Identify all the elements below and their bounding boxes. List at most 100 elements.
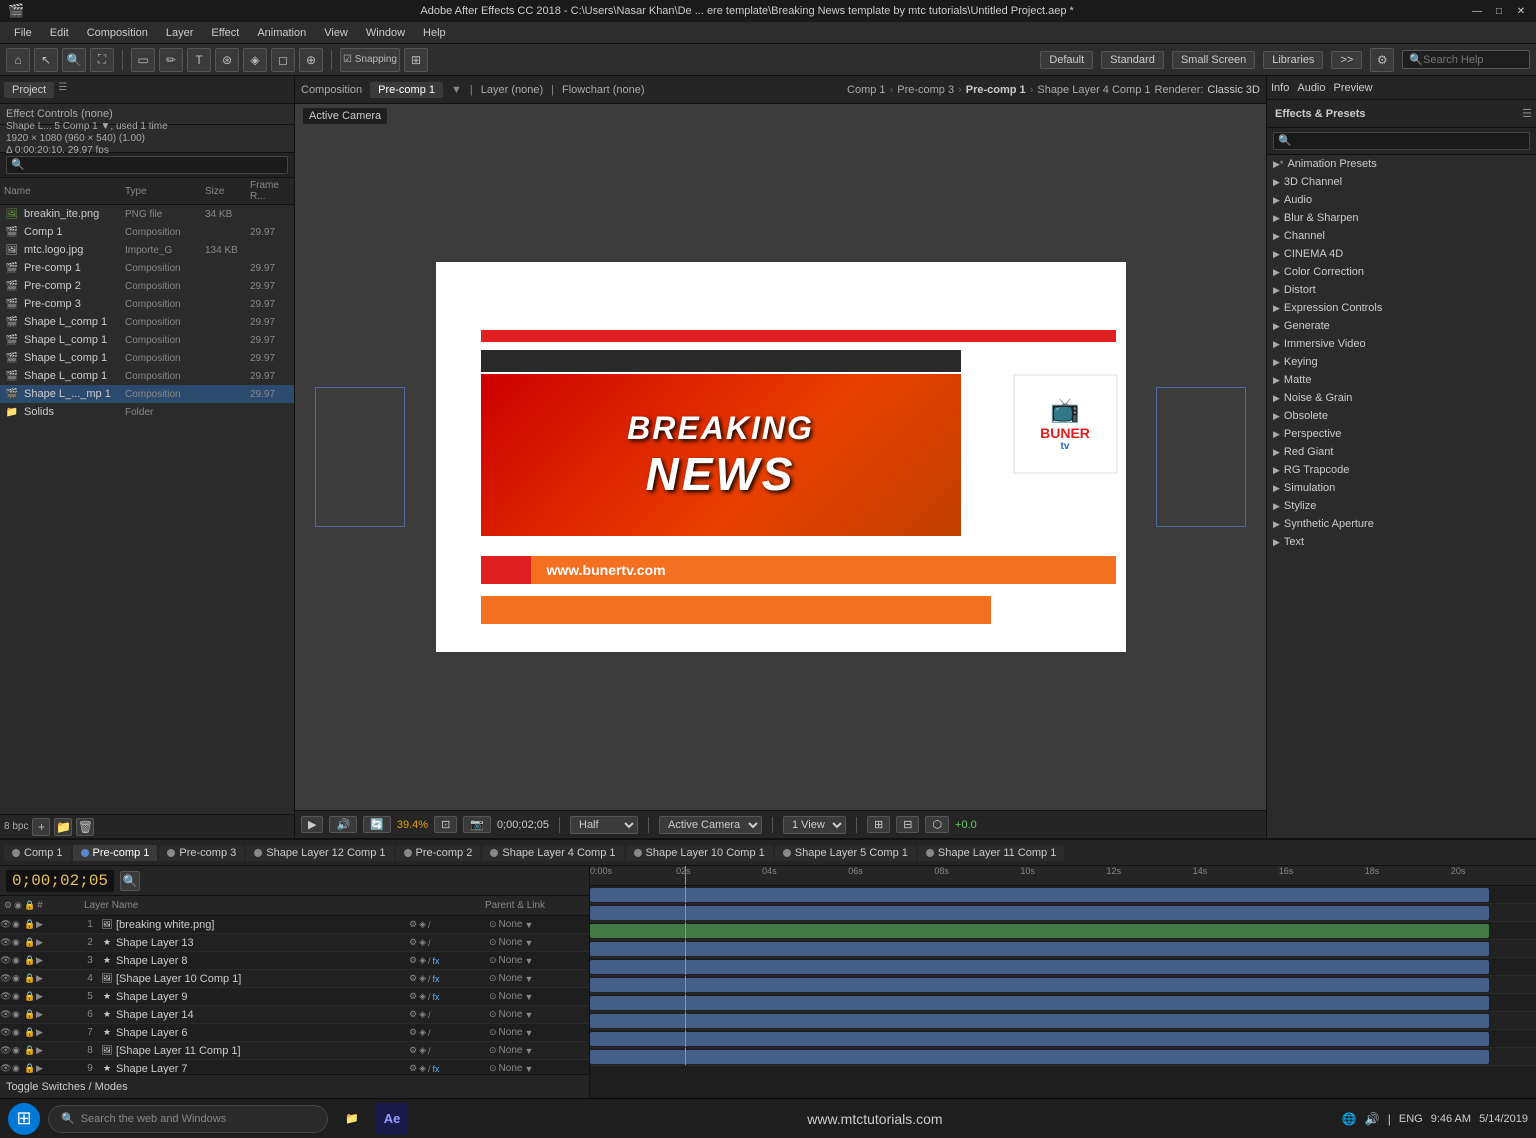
comp-tab-precomp1[interactable]: Pre-comp 1: [370, 82, 443, 98]
project-item-7[interactable]: 🎬Shape L_comp 1Composition29.97: [0, 331, 294, 349]
eye-icon-7[interactable]: 👁: [0, 1045, 12, 1056]
vt-grid-btn[interactable]: ⊞: [867, 816, 890, 833]
project-item-9[interactable]: 🎬Shape L_comp 1Composition29.97: [0, 367, 294, 385]
toolbar-eraser-btn[interactable]: ◻: [271, 48, 295, 72]
track-bar-6[interactable]: [590, 978, 1489, 992]
eye-icon-6[interactable]: 👁: [0, 1027, 12, 1038]
project-item-10[interactable]: 🎬Shape L_..._mp 1Composition29.97: [0, 385, 294, 403]
project-search-input[interactable]: [6, 156, 288, 174]
project-item-8[interactable]: 🎬Shape L_comp 1Composition29.97: [0, 349, 294, 367]
menu-item-view[interactable]: View: [316, 25, 356, 41]
effect-cat-9[interactable]: ▶Generate: [1267, 317, 1536, 335]
effect-cat-20[interactable]: ▶Synthetic Aperture: [1267, 515, 1536, 533]
effect-cat-18[interactable]: ▶Simulation: [1267, 479, 1536, 497]
track-bar-1[interactable]: [590, 888, 1489, 902]
maximize-button[interactable]: □: [1492, 4, 1506, 18]
tl-tab-8[interactable]: Shape Layer 11 Comp 1: [918, 845, 1064, 861]
track-bar-10[interactable]: [590, 1050, 1489, 1064]
project-item-5[interactable]: 🎬Pre-comp 3Composition29.97: [0, 295, 294, 313]
vt-play-btn[interactable]: ▶: [301, 816, 323, 833]
effect-cat-6[interactable]: ▶Color Correction: [1267, 263, 1536, 281]
bc-precomp3[interactable]: Pre-comp 3: [897, 84, 954, 96]
workspace-small-screen[interactable]: Small Screen: [1172, 51, 1255, 69]
tl-tab-3[interactable]: Shape Layer 12 Comp 1: [246, 845, 393, 861]
toolbar-text-btn[interactable]: T: [187, 48, 211, 72]
search-box[interactable]: 🔍: [1402, 50, 1530, 69]
project-item-3[interactable]: 🎬Pre-comp 1Composition29.97: [0, 259, 294, 277]
menu-item-edit[interactable]: Edit: [42, 25, 77, 41]
layer-row-3[interactable]: 👁◉🔒▶3★Shape Layer 8⚙◈/fx⊙None▼: [0, 952, 589, 970]
track-bar-3[interactable]: [590, 924, 1489, 938]
track-bar-2[interactable]: [590, 906, 1489, 920]
track-bar-7[interactable]: [590, 996, 1489, 1010]
tl-tab-4[interactable]: Pre-comp 2: [396, 845, 481, 861]
eye-icon-3[interactable]: 👁: [0, 973, 12, 984]
vt-view-select[interactable]: 1 View: [783, 816, 846, 834]
effect-cat-1[interactable]: ▶3D Channel: [1267, 173, 1536, 191]
effect-cat-11[interactable]: ▶Keying: [1267, 353, 1536, 371]
start-button[interactable]: ⊞: [8, 1103, 40, 1135]
eye-icon-2[interactable]: 👁: [0, 955, 12, 966]
project-item-2[interactable]: 🖼mtc.logo.jpgImporte_G134 KB: [0, 241, 294, 259]
effect-cat-7[interactable]: ▶Distort: [1267, 281, 1536, 299]
effect-cat-19[interactable]: ▶Stylize: [1267, 497, 1536, 515]
track-bar-4[interactable]: [590, 942, 1489, 956]
workspace-more[interactable]: >>: [1331, 51, 1362, 69]
vt-safe-zones-btn[interactable]: ⊟: [896, 816, 919, 833]
eye-icon-8[interactable]: 👁: [0, 1063, 12, 1074]
preview-tab[interactable]: Preview: [1334, 82, 1373, 94]
effects-menu-btn[interactable]: ☰: [1522, 107, 1532, 120]
layer-row-9[interactable]: 👁◉🔒▶9★Shape Layer 7⚙◈/fx⊙None▼: [0, 1060, 589, 1074]
effect-cat-16[interactable]: ▶Red Giant: [1267, 443, 1536, 461]
taskbar-file-icon[interactable]: 📁: [336, 1103, 368, 1135]
volume-icon[interactable]: 🔊: [1365, 1112, 1380, 1126]
layer-row-8[interactable]: 👁◉🔒▶8🖼[Shape Layer 11 Comp 1]⚙◈/⊙None▼: [0, 1042, 589, 1060]
bc-shapelayer4[interactable]: Shape Layer 4 Comp 1: [1037, 84, 1150, 96]
menu-item-help[interactable]: Help: [415, 25, 454, 41]
toggle-label[interactable]: Toggle Switches / Modes: [0, 1074, 589, 1098]
vt-loop-btn[interactable]: 🔄: [363, 816, 391, 833]
minimize-button[interactable]: —: [1470, 4, 1484, 18]
project-tab[interactable]: Project: [4, 82, 54, 98]
layer-row-4[interactable]: 👁◉🔒▶4🖼[Shape Layer 10 Comp 1]⚙◈/fx⊙None▼: [0, 970, 589, 988]
toolbar-pen-btn[interactable]: ✏: [159, 48, 183, 72]
close-button[interactable]: ✕: [1514, 4, 1528, 18]
audio-tab[interactable]: Audio: [1297, 82, 1325, 94]
eye-icon-5[interactable]: 👁: [0, 1009, 12, 1020]
workspace-standard[interactable]: Standard: [1101, 51, 1164, 69]
project-item-0[interactable]: 🖼breakin_ite.pngPNG file34 KB: [0, 205, 294, 223]
project-item-1[interactable]: 🎬Comp 1Composition29.97: [0, 223, 294, 241]
toolbar-select-btn[interactable]: ↖: [34, 48, 58, 72]
playhead[interactable]: [685, 866, 686, 885]
info-tab[interactable]: Info: [1271, 82, 1289, 94]
effect-cat-3[interactable]: ▶Blur & Sharpen: [1267, 209, 1536, 227]
layer-row-1[interactable]: 👁◉🔒▶1🖼[breaking white.png]⚙◈/⊙None▼: [0, 916, 589, 934]
project-item-6[interactable]: 🎬Shape L_comp 1Composition29.97: [0, 313, 294, 331]
tl-tab-1[interactable]: Pre-comp 1: [73, 845, 158, 861]
tl-tab-6[interactable]: Shape Layer 10 Comp 1: [626, 845, 773, 861]
tl-tab-0[interactable]: Comp 1: [4, 845, 71, 861]
effect-cat-0[interactable]: ▶*Animation Presets: [1267, 155, 1536, 173]
toolbar-puppet-btn[interactable]: ⊕: [299, 48, 323, 72]
workspace-default[interactable]: Default: [1040, 51, 1093, 69]
toolbar-home-btn[interactable]: ⌂: [6, 48, 30, 72]
network-icon[interactable]: 🌐: [1342, 1112, 1357, 1126]
toolbar-camera-btn[interactable]: ⛶: [90, 48, 114, 72]
tl-tab-2[interactable]: Pre-comp 3: [159, 845, 244, 861]
new-item-btn[interactable]: +: [32, 818, 50, 836]
toolbar-zoom-btn[interactable]: 🔍: [62, 48, 86, 72]
vt-audio-btn[interactable]: 🔊: [329, 816, 357, 833]
toolbar-snapping-btn[interactable]: ☑ Snapping: [340, 48, 400, 72]
toolbar-shape-rect[interactable]: ▭: [131, 48, 155, 72]
layer-row-7[interactable]: 👁◉🔒▶7★Shape Layer 6⚙◈/⊙None▼: [0, 1024, 589, 1042]
vt-masks-btn[interactable]: ⬡: [925, 816, 949, 833]
tl-tab-7[interactable]: Shape Layer 5 Comp 1: [775, 845, 916, 861]
track-bar-9[interactable]: [590, 1032, 1489, 1046]
project-item-11[interactable]: 📁SolidsFolder: [0, 403, 294, 421]
effect-cat-13[interactable]: ▶Noise & Grain: [1267, 389, 1536, 407]
effect-cat-12[interactable]: ▶Matte: [1267, 371, 1536, 389]
effects-search-input[interactable]: [1273, 132, 1530, 150]
search-layer-btn[interactable]: 🔍: [120, 871, 140, 891]
vt-camera-btn[interactable]: 📷: [463, 816, 491, 833]
menu-item-file[interactable]: File: [6, 25, 40, 41]
